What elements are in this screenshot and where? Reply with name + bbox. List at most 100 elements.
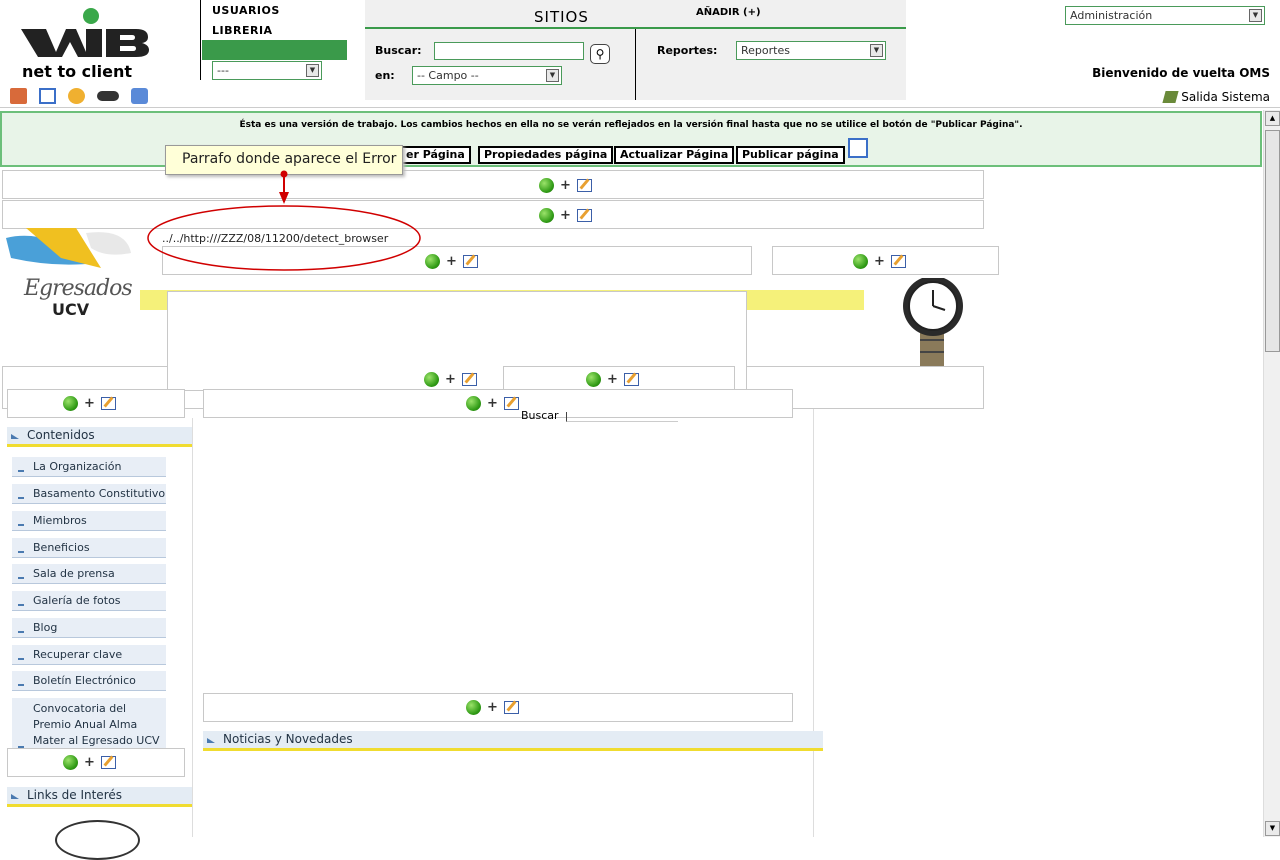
campo-select-value: -- Campo -- (417, 69, 479, 82)
ver-pagina-button[interactable]: er Página (400, 146, 471, 164)
toolbar (10, 88, 148, 104)
scroll-down-icon[interactable]: ▼ (1265, 821, 1280, 836)
activate-icon[interactable] (63, 396, 78, 411)
nav-item-galeria[interactable]: Galería de fotos (12, 591, 166, 611)
scrollbar[interactable]: ▲ ▼ (1263, 110, 1280, 837)
menu-usuarios[interactable]: USUARIOS (212, 4, 280, 17)
activate-icon[interactable] (539, 178, 554, 193)
contenidos-header: Contenidos (7, 427, 192, 447)
nav-item-beneficios[interactable]: Beneficios (12, 538, 166, 558)
content-block: + (503, 366, 735, 391)
chevron-down-icon: ▼ (546, 69, 559, 82)
activate-icon[interactable] (63, 755, 78, 770)
logout-link[interactable]: Salida Sistema (1162, 90, 1270, 104)
block-controls: + (63, 396, 116, 411)
left-select[interactable]: --- ▼ (212, 61, 322, 80)
campo-select[interactable]: -- Campo -- ▼ (412, 66, 562, 85)
sitios-title[interactable]: SITIOS (534, 8, 589, 26)
edit-icon[interactable] (576, 179, 592, 192)
content-block: + (2, 170, 984, 199)
activate-icon[interactable] (466, 700, 481, 715)
add-icon[interactable]: + (560, 208, 571, 223)
edit-icon[interactable] (623, 373, 639, 386)
block-controls: + (853, 254, 906, 269)
add-icon[interactable]: + (607, 372, 618, 387)
add-icon[interactable]: + (874, 254, 885, 269)
activate-icon[interactable] (853, 254, 868, 269)
nav-item-organizacion[interactable]: La Organización (12, 457, 166, 477)
menu-libreria[interactable]: LIBRERIA (212, 24, 273, 37)
propiedades-pagina-button[interactable]: Propiedades página (478, 146, 614, 164)
home-icon[interactable] (10, 88, 27, 104)
noticias-header: Noticias y Novedades (203, 731, 823, 751)
scroll-up-icon[interactable]: ▲ (1265, 111, 1280, 126)
edit-icon[interactable] (576, 209, 592, 222)
activate-icon[interactable] (466, 396, 481, 411)
admin-select-value: Administración (1070, 9, 1153, 22)
buscar-label: Buscar: (375, 44, 422, 57)
wib-logo[interactable]: net to client (18, 4, 154, 82)
edit-icon[interactable] (503, 701, 519, 714)
nav-item-convocatoria[interactable]: Convocatoria del Premio Anual Alma Mater… (12, 698, 166, 753)
reportes-select[interactable]: Reportes ▼ (736, 41, 886, 60)
nav-item-miembros[interactable]: Miembros (12, 511, 166, 531)
edit-icon[interactable] (100, 397, 116, 410)
anadir-link[interactable]: AÑADIR (+) (696, 7, 761, 18)
nav-item-boletin[interactable]: Boletín Electrónico (12, 671, 166, 691)
chevron-down-icon: ▼ (1249, 9, 1262, 22)
content-block: + (7, 389, 185, 418)
brush-icon[interactable] (68, 88, 85, 104)
toolbar-divider (0, 107, 1280, 108)
add-icon[interactable]: + (84, 755, 95, 770)
edit-icon[interactable] (461, 373, 477, 386)
block-controls: + (586, 372, 639, 387)
university-seal (55, 820, 140, 860)
add-icon[interactable]: + (560, 178, 571, 193)
actualizar-pagina-button[interactable]: Actualizar Página (614, 146, 735, 164)
logout-label: Salida Sistema (1181, 90, 1270, 104)
nav-item-recuperar-clave[interactable]: Recuperar clave (12, 645, 166, 665)
admin-select[interactable]: Administración ▼ (1065, 6, 1265, 25)
left-select-value: --- (217, 64, 229, 77)
error-tooltip: Parrafo donde aparece el Error (165, 145, 403, 175)
header-divider (200, 0, 201, 80)
edit-icon[interactable] (503, 397, 519, 410)
welcome-text: Bienvenido de vuelta OMS (1092, 66, 1270, 80)
add-icon[interactable]: + (84, 396, 95, 411)
add-icon[interactable]: + (487, 396, 498, 411)
content-block: + (2, 200, 984, 229)
nav-item-sala-prensa[interactable]: Sala de prensa (12, 564, 166, 584)
window-icon[interactable] (39, 88, 56, 104)
panel-divider (635, 29, 636, 100)
column-divider (813, 409, 814, 837)
window-icon[interactable] (848, 138, 868, 158)
link-icon[interactable] (97, 91, 119, 101)
block-controls: + (424, 372, 477, 387)
activate-icon[interactable] (425, 254, 440, 269)
search-icon[interactable]: ⚲ (590, 44, 610, 64)
add-icon[interactable]: + (446, 254, 457, 269)
add-icon[interactable]: + (445, 372, 456, 387)
en-label: en: (375, 69, 395, 82)
scrollbar-thumb[interactable] (1265, 130, 1280, 352)
edit-icon[interactable] (890, 255, 906, 268)
edit-icon[interactable] (100, 756, 116, 769)
activate-icon[interactable] (424, 372, 439, 387)
content-block: + (7, 748, 185, 777)
links-header: Links de Interés (7, 787, 192, 807)
users-icon[interactable] (131, 88, 148, 104)
reportes-select-value: Reportes (741, 44, 790, 57)
nav-item-blog[interactable]: Blog (12, 618, 166, 638)
content-block: + (772, 246, 999, 275)
publicar-pagina-button[interactable]: Publicar página (736, 146, 845, 164)
chevron-down-icon: ▼ (870, 44, 883, 57)
add-icon[interactable]: + (487, 700, 498, 715)
activate-icon[interactable] (539, 208, 554, 223)
egresados-ucv-logo: Egresados UCV (6, 228, 136, 320)
search-input[interactable] (434, 42, 584, 60)
partial-input[interactable] (566, 412, 678, 422)
nav-item-basamento[interactable]: Basamento Constitutivo (12, 484, 166, 504)
edit-icon[interactable] (462, 255, 478, 268)
block-controls: + (425, 254, 478, 269)
activate-icon[interactable] (586, 372, 601, 387)
